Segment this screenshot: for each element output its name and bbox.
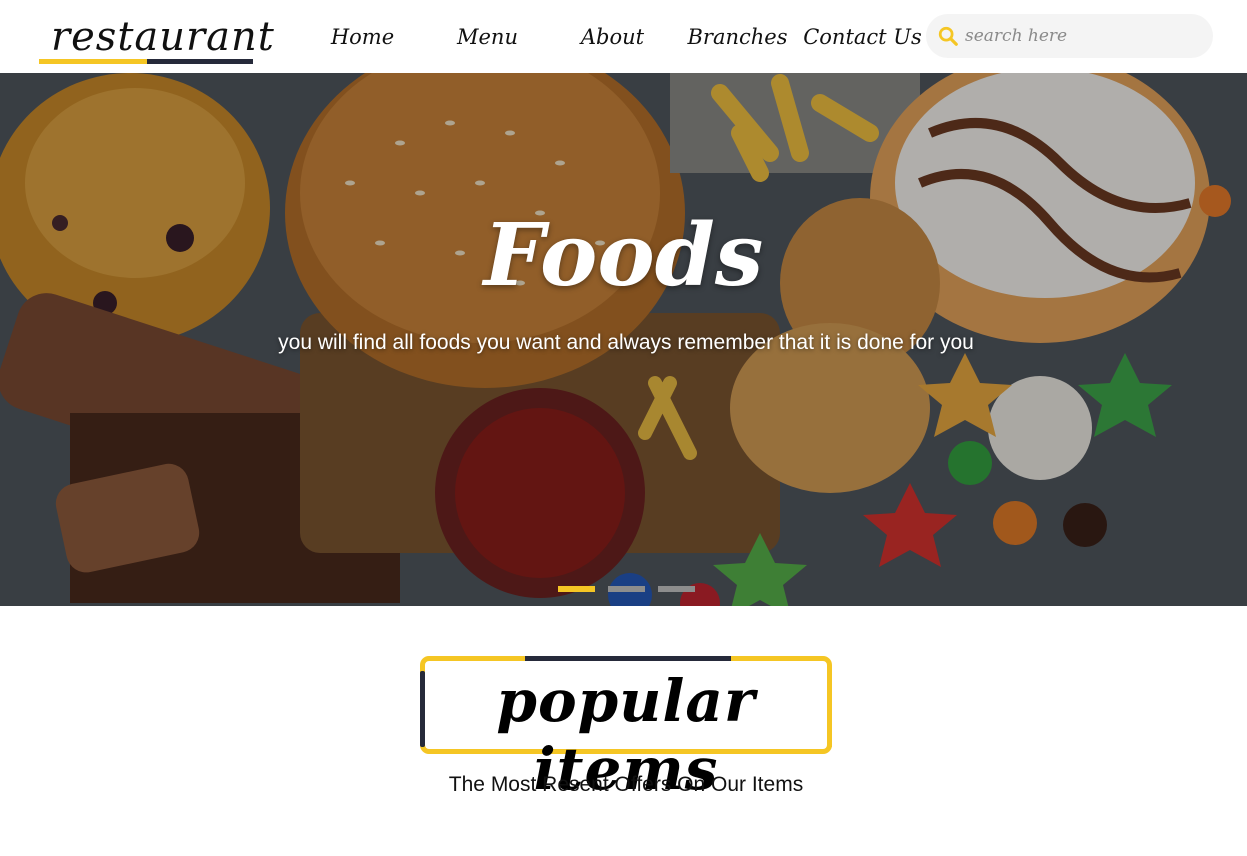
logo-underline bbox=[39, 59, 253, 64]
logo[interactable]: restaurant bbox=[39, 12, 274, 64]
nav-menu[interactable]: Menu bbox=[425, 18, 550, 58]
popular-items-subtitle: The Most Resent Offers On Our Items bbox=[448, 773, 804, 796]
search-input[interactable] bbox=[965, 21, 1195, 51]
nav-home[interactable]: Home bbox=[300, 18, 425, 58]
nav-about[interactable]: About bbox=[550, 18, 675, 58]
nav-branches[interactable]: Branches bbox=[675, 18, 800, 58]
hero-title: Foods bbox=[483, 205, 764, 306]
search-bar bbox=[926, 14, 1213, 58]
popular-items-heading-box: popular items bbox=[420, 656, 832, 803]
slide-indicator-2[interactable] bbox=[608, 586, 645, 592]
slide-indicator-3[interactable] bbox=[658, 586, 695, 592]
site-header: restaurant Home Menu About Branches Cont… bbox=[0, 0, 1247, 73]
main-nav: Home Menu About Branches Contact Us bbox=[300, 18, 925, 58]
nav-contact-us[interactable]: Contact Us bbox=[800, 18, 925, 58]
slider-indicators bbox=[558, 586, 708, 592]
search-icon[interactable] bbox=[937, 25, 959, 47]
slide-indicator-1[interactable] bbox=[558, 586, 595, 592]
logo-text: restaurant bbox=[51, 14, 275, 60]
hero-slider: Foods you will find all foods you want a… bbox=[0, 73, 1247, 606]
hero-subtitle: you will find all foods you want and alw… bbox=[278, 331, 974, 354]
